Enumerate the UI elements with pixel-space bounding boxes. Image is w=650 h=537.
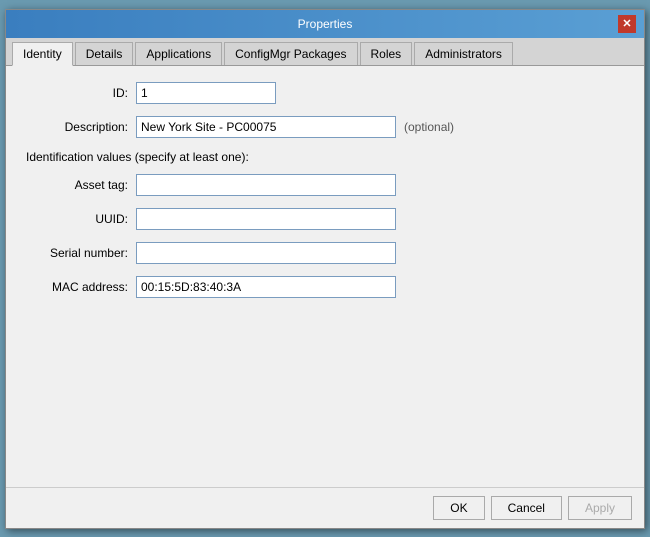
tab-content: ID: Description: (optional) Identificati… — [6, 66, 644, 487]
serial-number-row: Serial number: — [26, 242, 624, 264]
tab-administrators[interactable]: Administrators — [414, 42, 513, 65]
id-label: ID: — [26, 86, 136, 100]
ok-button[interactable]: OK — [433, 496, 484, 520]
description-row: Description: (optional) — [26, 116, 624, 138]
serial-number-label: Serial number: — [26, 246, 136, 260]
tab-applications[interactable]: Applications — [135, 42, 222, 65]
close-button[interactable]: ✕ — [618, 15, 636, 33]
asset-tag-label: Asset tag: — [26, 178, 136, 192]
mac-address-row: MAC address: — [26, 276, 624, 298]
id-input[interactable] — [136, 82, 276, 104]
optional-text: (optional) — [404, 120, 454, 134]
footer: OK Cancel Apply — [6, 487, 644, 528]
properties-dialog: Properties ✕ Identity Details Applicatio… — [5, 9, 645, 529]
serial-number-input[interactable] — [136, 242, 396, 264]
uuid-input[interactable] — [136, 208, 396, 230]
apply-button[interactable]: Apply — [568, 496, 632, 520]
mac-address-input[interactable] — [136, 276, 396, 298]
asset-tag-row: Asset tag: — [26, 174, 624, 196]
asset-tag-input[interactable] — [136, 174, 396, 196]
identification-section-label: Identification values (specify at least … — [26, 150, 624, 164]
tab-configmgr-packages[interactable]: ConfigMgr Packages — [224, 42, 357, 65]
tab-details[interactable]: Details — [75, 42, 134, 65]
uuid-row: UUID: — [26, 208, 624, 230]
cancel-button[interactable]: Cancel — [491, 496, 562, 520]
tab-identity[interactable]: Identity — [12, 42, 73, 66]
id-row: ID: — [26, 82, 624, 104]
title-bar: Properties ✕ — [6, 10, 644, 38]
tab-roles[interactable]: Roles — [360, 42, 413, 65]
dialog-title: Properties — [32, 17, 618, 31]
description-label: Description: — [26, 120, 136, 134]
description-input[interactable] — [136, 116, 396, 138]
tab-bar: Identity Details Applications ConfigMgr … — [6, 38, 644, 66]
uuid-label: UUID: — [26, 212, 136, 226]
mac-address-label: MAC address: — [26, 280, 136, 294]
